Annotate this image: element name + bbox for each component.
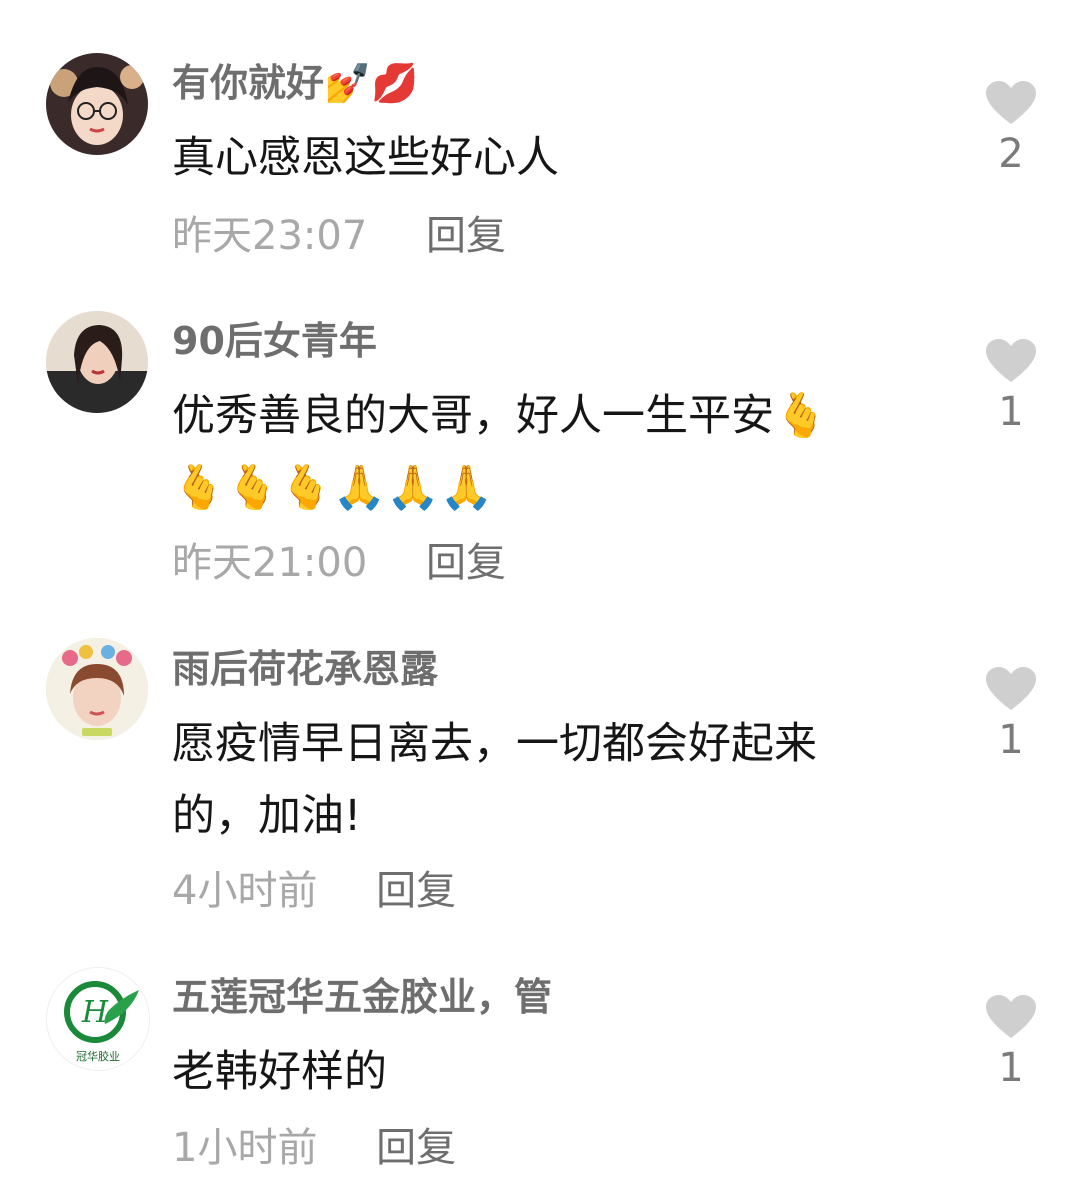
comment-username[interactable]: 雨后荷花承恩露 — [172, 650, 438, 688]
comment-username[interactable]: 90后女青年 — [172, 322, 377, 360]
comment-text: 愿疫情早日离去，一切都会好起来 的，加油! — [172, 719, 817, 841]
like-button[interactable]: 1 — [980, 666, 1042, 760]
like-button[interactable]: 1 — [980, 994, 1042, 1088]
comment-text: 优秀善良的大哥，好人一生平安🫰 🫰🫰🫰🙏🙏🙏 — [172, 391, 828, 513]
svg-text:H: H — [81, 995, 109, 1030]
reply-button[interactable]: 回复 — [376, 1128, 456, 1168]
heart-icon — [986, 339, 1036, 382]
comment-time: 1小时前 — [172, 1125, 318, 1171]
comment-meta: 昨天23:07 回复 — [172, 216, 506, 256]
like-button[interactable]: 2 — [980, 80, 1042, 174]
comment-username[interactable]: 五莲冠华五金胶业，管 — [172, 978, 552, 1016]
avatar[interactable]: H 冠华胶业 — [46, 967, 150, 1071]
avatar[interactable] — [46, 53, 148, 155]
like-count: 1 — [998, 389, 1024, 435]
company-logo-icon: H 冠华胶业 — [47, 968, 149, 1070]
comment-username[interactable]: 有你就好💅💋 — [172, 64, 419, 102]
reply-button[interactable]: 回复 — [426, 216, 506, 256]
like-count: 2 — [998, 131, 1024, 177]
svg-text:冠华胶业: 冠华胶业 — [76, 1049, 120, 1063]
reply-button[interactable]: 回复 — [426, 543, 506, 583]
avatar[interactable] — [46, 638, 148, 740]
heart-icon — [986, 995, 1036, 1038]
heart-icon — [986, 81, 1036, 124]
comment-time: 昨天21:00 — [172, 540, 368, 586]
reply-button[interactable]: 回复 — [376, 871, 456, 911]
comment-text: 真心感恩这些好心人 — [172, 133, 559, 183]
comment-meta: 1小时前 回复 — [172, 1128, 456, 1168]
comment-time: 昨天23:07 — [172, 213, 368, 259]
comment-meta: 4小时前 回复 — [172, 871, 456, 911]
like-count: 1 — [998, 1045, 1024, 1091]
avatar[interactable] — [46, 311, 148, 413]
comment-time: 4小时前 — [172, 868, 318, 914]
heart-icon — [986, 667, 1036, 710]
comment-meta: 昨天21:00 回复 — [172, 543, 506, 583]
like-count: 1 — [998, 717, 1024, 763]
like-button[interactable]: 1 — [980, 338, 1042, 432]
comment-text: 老韩好样的 — [172, 1047, 387, 1097]
